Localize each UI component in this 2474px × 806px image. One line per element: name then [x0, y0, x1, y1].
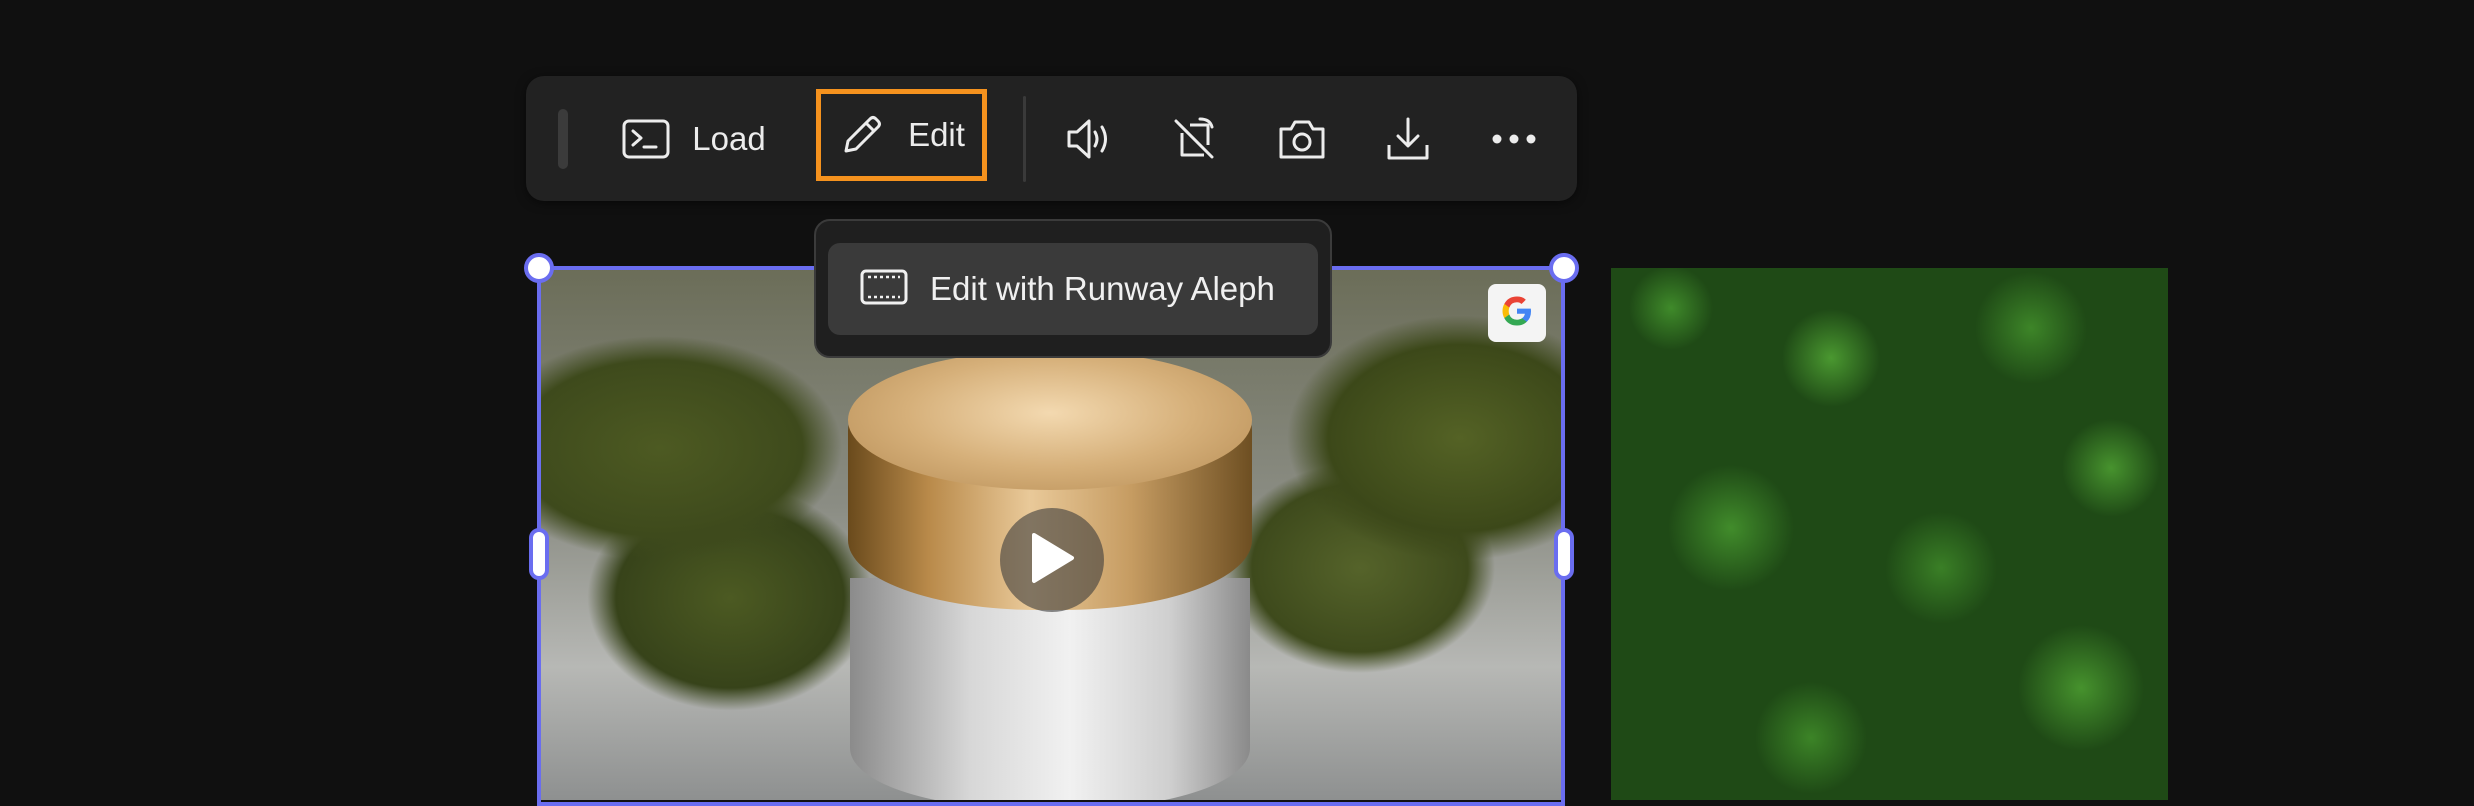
play-button[interactable] [1000, 508, 1104, 612]
dropdown-item-label: Edit with Runway Aleph [930, 270, 1275, 307]
pencil-icon [838, 111, 886, 159]
canvas-toolbar: Load Edit [526, 76, 1577, 201]
product-jar-lid-top [848, 350, 1252, 490]
rotate-off-icon [1170, 115, 1218, 163]
film-frame-icon [860, 269, 908, 310]
edit-label: Edit [908, 116, 965, 153]
toolbar-drag-handle[interactable] [558, 109, 568, 169]
google-badge [1488, 284, 1546, 342]
forest-image-tile[interactable] [1611, 268, 2168, 800]
load-button[interactable]: Load [614, 76, 774, 201]
audio-button[interactable] [1050, 76, 1130, 201]
rotate-off-button[interactable] [1154, 76, 1234, 201]
terminal-icon [622, 119, 670, 159]
camera-icon [1277, 117, 1327, 161]
more-options-button[interactable] [1474, 76, 1554, 201]
download-icon [1384, 115, 1432, 163]
snapshot-button[interactable] [1262, 76, 1342, 201]
edit-with-runway-aleph-item[interactable]: Edit with Runway Aleph [828, 243, 1318, 335]
play-icon [1028, 531, 1076, 590]
edit-dropdown-menu: Edit with Runway Aleph [814, 219, 1332, 358]
google-icon [1497, 291, 1537, 336]
resize-handle-left[interactable] [529, 528, 549, 580]
resize-handle-right[interactable] [1554, 528, 1574, 580]
edit-button[interactable]: Edit [816, 89, 987, 181]
toolbar-divider [1023, 96, 1026, 182]
more-icon [1491, 133, 1537, 145]
resize-handle-top-left[interactable] [524, 253, 554, 283]
load-label: Load [692, 119, 766, 157]
speaker-icon [1065, 116, 1115, 162]
download-button[interactable] [1368, 76, 1448, 201]
resize-handle-top-right[interactable] [1549, 253, 1579, 283]
